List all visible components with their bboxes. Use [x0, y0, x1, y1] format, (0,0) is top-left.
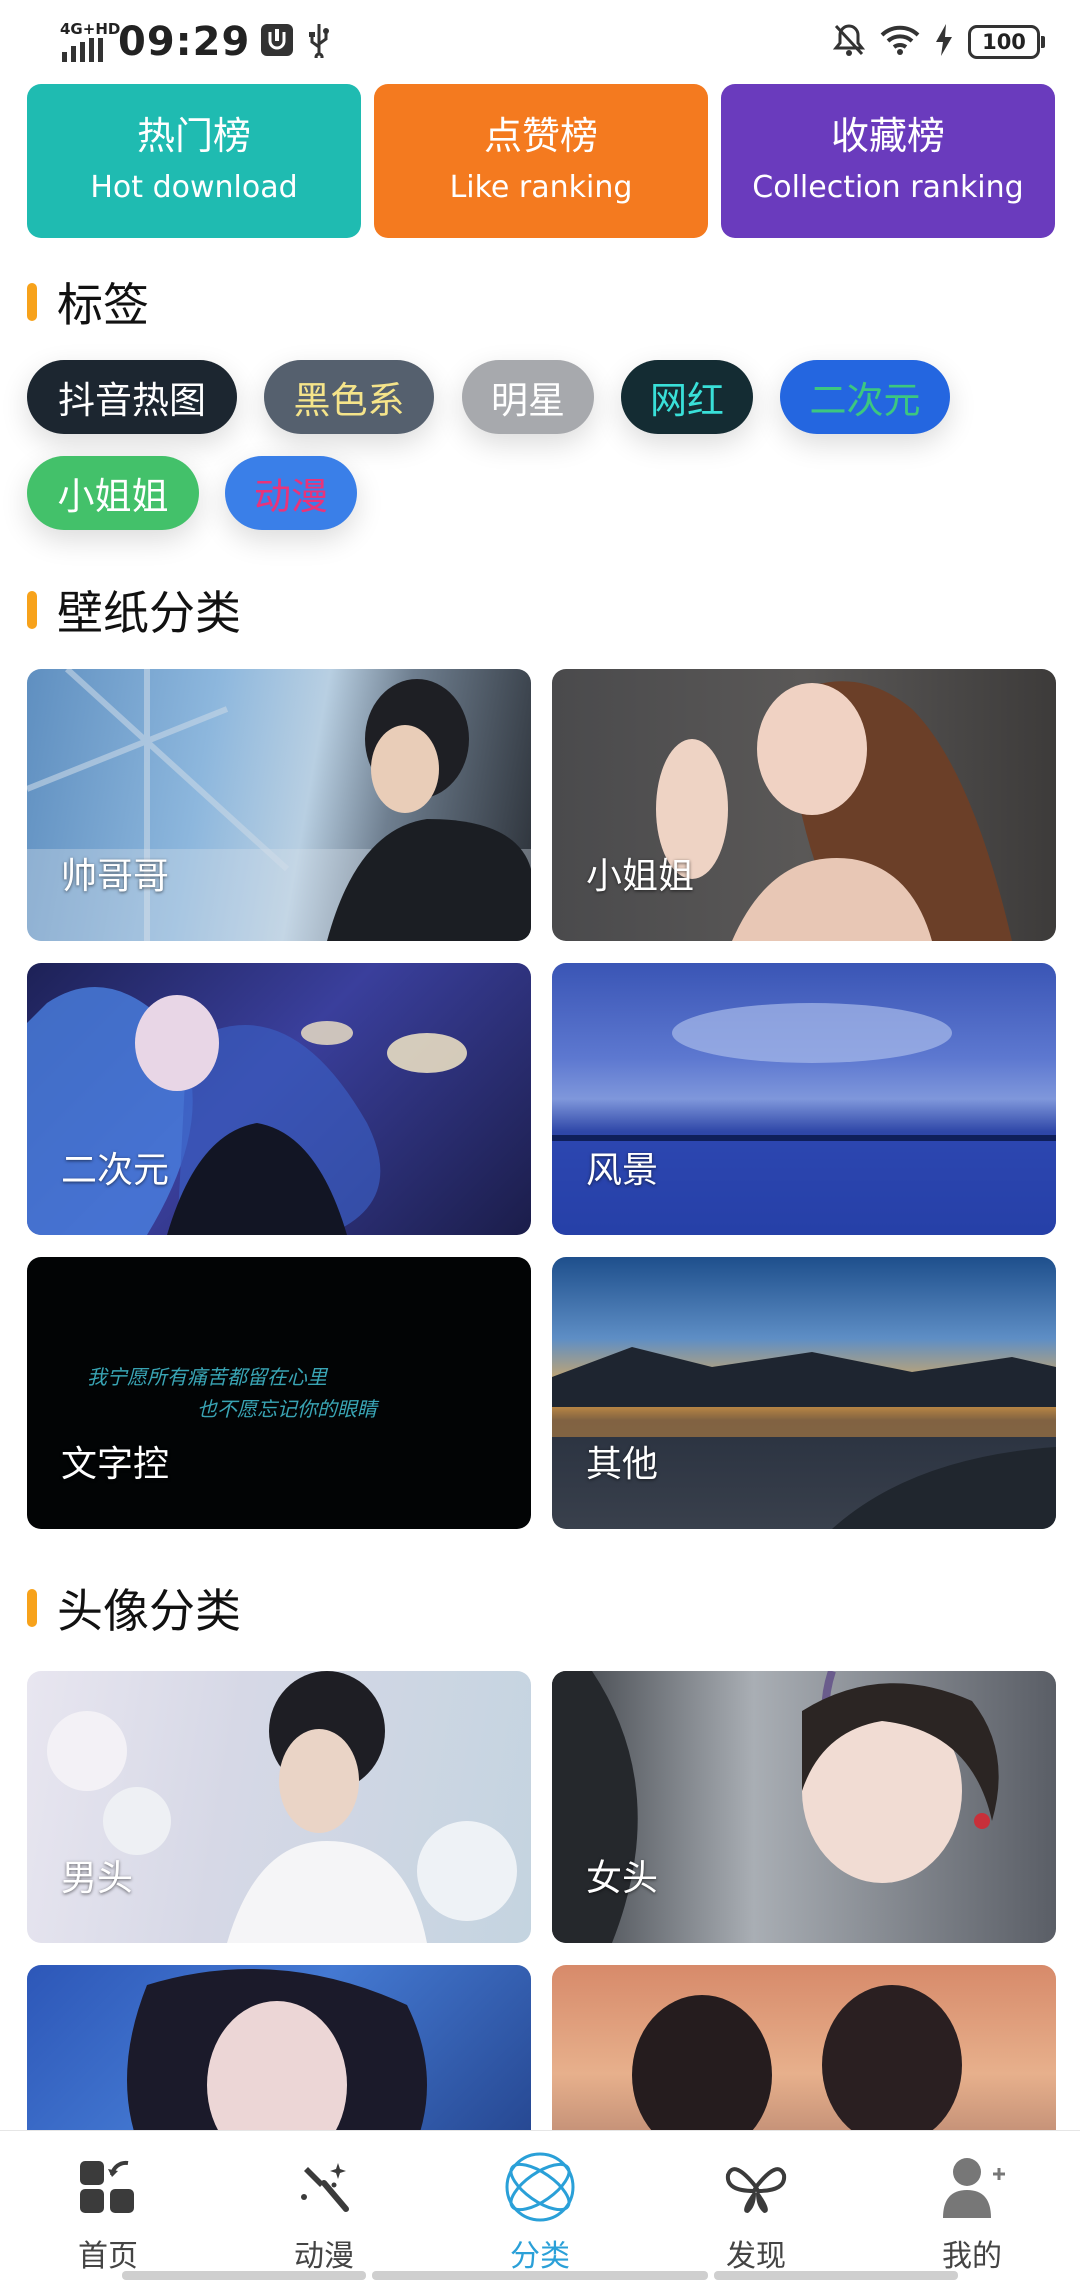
wallpaper-tile-anime[interactable]: 二次元: [27, 963, 531, 1235]
tag-chip[interactable]: 抖音热图: [27, 360, 237, 434]
bottom-nav: 首页 动漫 分类 发现 我的: [0, 2130, 1080, 2281]
tile-label: 男头: [61, 1858, 134, 1899]
home-grid-icon: [70, 2149, 146, 2225]
gesture-bar-segment: [122, 2271, 366, 2280]
orbit-icon: [502, 2149, 578, 2225]
section-header-wallpaper: 壁纸分类: [27, 580, 241, 640]
tile-label: 小姐姐: [586, 856, 695, 897]
tag-chip[interactable]: 动漫: [225, 456, 357, 530]
nav-label: 我的: [942, 2239, 1002, 2274]
status-time: 09:29: [118, 19, 251, 65]
section-header-avatar: 头像分类: [27, 1578, 241, 1638]
tile-photo: [27, 987, 467, 1235]
wallpaper-tile-scenery[interactable]: 风景: [552, 963, 1056, 1235]
section-title: 标签: [57, 278, 149, 332]
butterfly-icon: [718, 2149, 794, 2225]
tag-chip[interactable]: 网红: [621, 360, 753, 434]
charging-icon: [934, 23, 954, 61]
nav-label: 动漫: [294, 2239, 354, 2274]
section-title: 壁纸分类: [57, 586, 241, 640]
silent-bell-icon: [832, 22, 866, 62]
section-title: 头像分类: [57, 1584, 241, 1638]
wallpaper-tile-other[interactable]: 其他: [552, 1257, 1056, 1529]
nav-discover[interactable]: 发现: [648, 2131, 864, 2281]
rank-card-subtitle: Collection ranking: [752, 170, 1024, 205]
tile-photo: [656, 681, 1012, 941]
tile-label: 女头: [586, 1858, 659, 1899]
battery-icon: 100: [968, 25, 1045, 59]
user-add-icon: [934, 2149, 1010, 2225]
usb-icon: [304, 22, 334, 62]
rank-card-title: 收藏榜: [830, 114, 945, 158]
tag-chip[interactable]: 明星: [462, 360, 594, 434]
rank-card-subtitle: Hot download: [90, 170, 298, 205]
nav-label: 首页: [78, 2239, 138, 2274]
section-accent-bar: [27, 283, 37, 321]
nav-label: 发现: [726, 2239, 786, 2274]
rank-card-like[interactable]: 点赞榜 Like ranking: [374, 84, 708, 238]
section-accent-bar: [27, 1589, 37, 1627]
tile-photo: [552, 1671, 999, 1943]
wallpaper-tile-girl[interactable]: 小姐姐: [552, 669, 1056, 941]
wallpaper-tile-handsome[interactable]: 帅哥哥: [27, 669, 531, 941]
tag-chip[interactable]: 黑色系: [264, 360, 434, 434]
nav-category[interactable]: 分类: [432, 2131, 648, 2281]
tile-label: 风景: [586, 1150, 659, 1191]
tile-label: 其他: [586, 1444, 659, 1485]
rank-card-title: 点赞榜: [483, 114, 598, 158]
nav-label: 分类: [510, 2239, 570, 2274]
status-bar: 4G+HD 09:29 100: [0, 0, 1080, 84]
section-header-tags: 标签: [27, 272, 149, 332]
tag-chip[interactable]: 小姐姐: [27, 456, 199, 530]
tag-chip[interactable]: 二次元: [780, 360, 950, 434]
wifi-icon: [880, 24, 920, 60]
avatar-tile-male[interactable]: 男头: [27, 1671, 531, 1943]
wallpaper-tile-text[interactable]: 我宁愿所有痛苦都留在心里 也不愿忘记你的眼睛 文字控: [27, 1257, 531, 1529]
nav-home[interactable]: 首页: [0, 2131, 216, 2281]
tile-label: 二次元: [61, 1150, 170, 1191]
tile-photo: [47, 1671, 517, 1943]
nav-anime[interactable]: 动漫: [216, 2131, 432, 2281]
signal-icon: 4G+HD: [60, 20, 120, 64]
gesture-bar-segment: [372, 2271, 708, 2280]
tile-art-text: 我宁愿所有痛苦都留在心里 也不愿忘记你的眼睛: [87, 1365, 377, 1421]
gesture-bar-segment: [714, 2271, 958, 2280]
tile-label: 帅哥哥: [61, 856, 170, 897]
tile-photo: [552, 1003, 1056, 1235]
usb-debug-icon: [260, 23, 294, 61]
rank-card-collection[interactable]: 收藏榜 Collection ranking: [721, 84, 1055, 238]
rank-card-hot[interactable]: 热门榜 Hot download: [27, 84, 361, 238]
tile-label: 文字控: [61, 1444, 170, 1485]
tile-photo: [27, 669, 531, 941]
rank-card-subtitle: Like ranking: [449, 170, 633, 205]
nav-mine[interactable]: 我的: [864, 2131, 1080, 2281]
avatar-tile-female[interactable]: 女头: [552, 1671, 1056, 1943]
magic-wand-icon: [286, 2149, 362, 2225]
section-accent-bar: [27, 591, 37, 629]
tile-photo: [552, 1347, 1056, 1529]
rank-card-title: 热门榜: [136, 114, 251, 158]
